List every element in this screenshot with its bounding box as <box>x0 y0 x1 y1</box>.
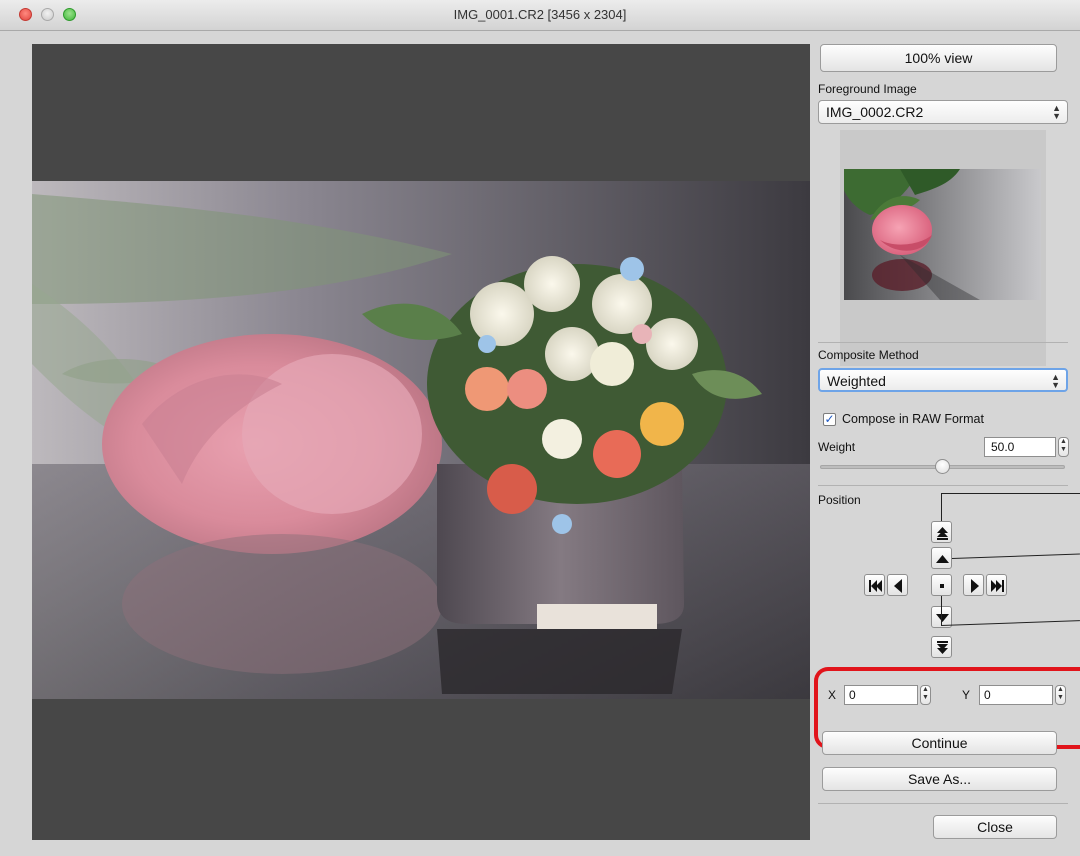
100-percent-view-button[interactable]: 100% view <box>820 44 1057 72</box>
composite-method-label: Composite Method <box>818 348 919 362</box>
title-bar[interactable]: IMG_0001.CR2 [3456 x 2304] <box>0 0 1080 31</box>
composite-preview-image <box>32 181 810 699</box>
move-up-button[interactable] <box>931 547 952 569</box>
compose-raw-checkbox[interactable]: ✓ <box>823 413 836 426</box>
position-label: Position <box>818 493 861 507</box>
left-arrow-icon <box>894 579 902 593</box>
y-label: Y <box>962 688 971 702</box>
callout-line <box>941 493 1080 494</box>
callout-line <box>951 553 1080 559</box>
move-left-fast-button[interactable] <box>864 574 885 596</box>
divider <box>818 485 1068 486</box>
composite-method-select[interactable]: Weighted ▲ ▼ <box>818 368 1068 392</box>
divider <box>818 803 1068 804</box>
callout-line <box>941 596 942 626</box>
divider <box>818 342 1068 343</box>
compose-raw-label: Compose in RAW Format <box>842 412 984 426</box>
foreground-image-select[interactable]: IMG_0002.CR2 ▲ ▼ <box>818 100 1068 124</box>
double-left-arrow-icon <box>869 580 882 592</box>
move-left-button[interactable] <box>887 574 908 596</box>
select-arrows-icon: ▲ ▼ <box>1051 372 1060 390</box>
control-panel: 100% view Foreground Image IMG_0002.CR2 … <box>814 30 1080 856</box>
center-dot-icon <box>940 584 944 588</box>
save-as-button[interactable]: Save As... <box>822 767 1057 791</box>
select-arrows-icon: ▲ ▼ <box>1052 103 1061 121</box>
y-input[interactable]: 0 <box>979 685 1053 705</box>
composite-method-value: Weighted <box>827 373 886 389</box>
weight-slider-knob[interactable] <box>935 459 950 474</box>
foreground-thumbnail <box>840 130 1046 366</box>
composite-window: IMG_0001.CR2 [3456 x 2304] 100% view For… <box>0 0 1080 856</box>
weight-input[interactable]: 50.0 <box>984 437 1056 457</box>
composite-preview[interactable] <box>32 44 810 840</box>
continue-button[interactable]: Continue <box>822 731 1057 755</box>
close-button[interactable]: Close <box>933 815 1057 839</box>
double-right-arrow-icon <box>991 580 1004 592</box>
weight-label: Weight <box>818 440 856 454</box>
up-arrow-icon <box>936 555 949 563</box>
move-right-button[interactable] <box>963 574 984 596</box>
window-title: IMG_0001.CR2 [3456 x 2304] <box>453 7 627 22</box>
y-stepper[interactable]: ▲ ▼ <box>1055 685 1066 705</box>
foreground-thumbnail-image <box>844 169 1041 300</box>
double-up-arrow-icon <box>937 527 948 540</box>
callout-line <box>941 493 942 521</box>
move-right-fast-button[interactable] <box>986 574 1007 596</box>
double-down-arrow-icon <box>937 641 948 654</box>
weight-stepper[interactable]: ▲ ▼ <box>1058 437 1069 457</box>
callout-line <box>940 620 1080 626</box>
move-down-fast-button[interactable] <box>931 636 952 658</box>
foreground-image-label: Foreground Image <box>818 82 917 96</box>
x-input[interactable]: 0 <box>844 685 918 705</box>
move-up-fast-button[interactable] <box>931 521 952 543</box>
right-arrow-icon <box>971 579 979 593</box>
x-label: X <box>828 688 837 702</box>
x-stepper[interactable]: ▲ ▼ <box>920 685 931 705</box>
center-button[interactable] <box>931 574 952 596</box>
foreground-image-value: IMG_0002.CR2 <box>826 104 924 120</box>
